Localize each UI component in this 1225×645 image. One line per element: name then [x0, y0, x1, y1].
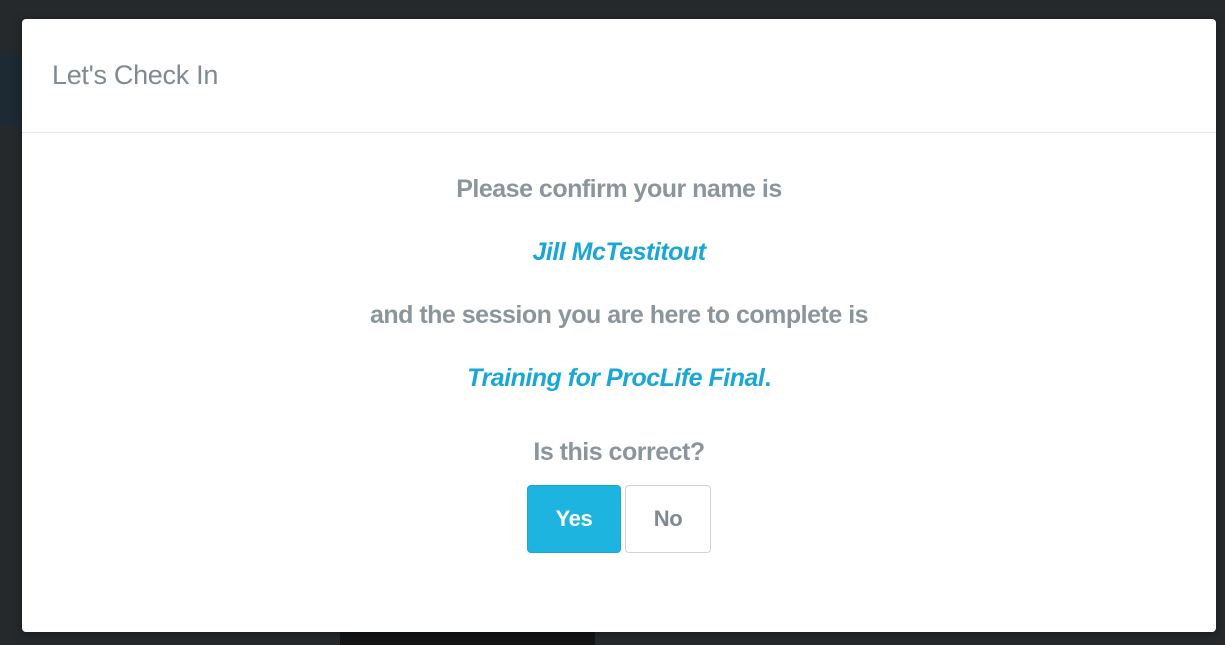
confirm-question: Is this correct? [533, 438, 705, 466]
session-period: . [764, 364, 771, 392]
modal-actions: Yes No [22, 485, 1216, 553]
backdrop-page-fragment [0, 55, 22, 125]
session-line: Training for ProcLife Final. [22, 363, 1216, 393]
no-button[interactable]: No [625, 485, 711, 553]
backdrop-page-fragment-bottom [340, 632, 595, 645]
check-in-modal: Let's Check In Please confirm your name … [22, 19, 1216, 632]
modal-header: Let's Check In [22, 19, 1216, 133]
user-name: Jill McTestitout [532, 238, 706, 266]
confirm-session-prompt: and the session you are here to complete… [369, 301, 869, 329]
modal-body: Please confirm your name is Jill McTesti… [22, 133, 1216, 553]
session-name: Training for ProcLife Final [467, 364, 765, 392]
confirm-name-prompt: Please confirm your name is [456, 175, 782, 203]
yes-button[interactable]: Yes [527, 485, 621, 553]
modal-title: Let's Check In [52, 60, 219, 90]
